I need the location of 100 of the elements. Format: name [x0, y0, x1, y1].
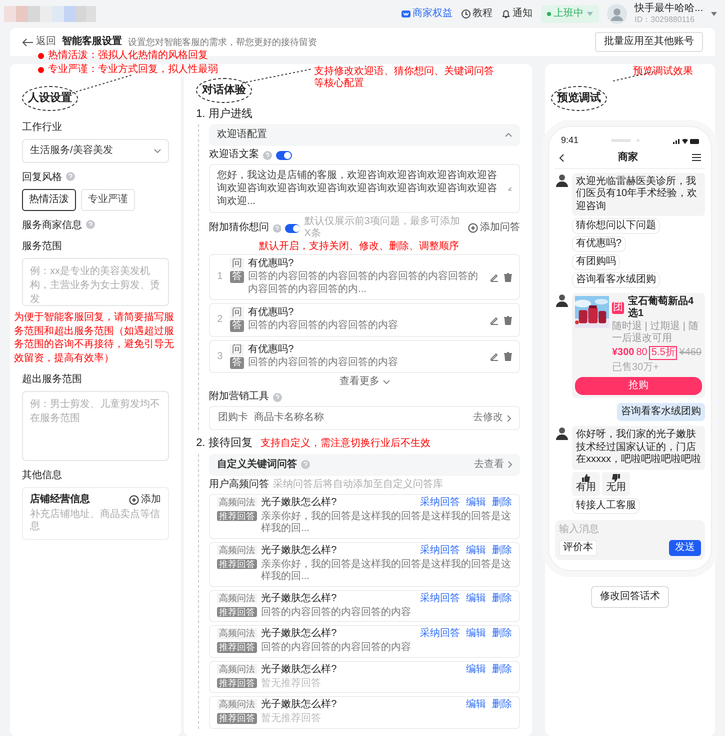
style-option[interactable]: 专业严谨	[81, 189, 135, 212]
edit-icon[interactable]	[490, 352, 499, 362]
industry-select[interactable]: 生活服务/美容美发	[22, 139, 170, 164]
section-heading: 2. 接待回复	[196, 437, 252, 451]
answer-text: 亲亲你好，我的回答是这样我的回答是这样我的回答是这样我的回...	[261, 510, 512, 536]
action-link[interactable]: 编辑	[466, 544, 486, 557]
action-link[interactable]: 删除	[492, 544, 512, 557]
rate-button[interactable]: 评价本	[559, 540, 597, 556]
bullet-icon	[38, 67, 44, 73]
back-icon[interactable]	[559, 154, 564, 162]
suggestion-chip[interactable]: 有团购吗	[572, 254, 620, 270]
action-link[interactable]: 删除	[492, 699, 512, 712]
bot-message: 你好呀，我们家的光子嫩肤技术经过国家认证的，门店在xxxxx，吧啦吧啦吧啦吧啦	[572, 426, 705, 470]
answer-text: 暂无推荐回答	[261, 678, 322, 690]
answer-text: 回答的内容回答的内容回答的内容回答的内容回答的内容回答的内容回答的内...	[248, 271, 480, 296]
welcome-config-header[interactable]: 欢迎语配置	[209, 124, 520, 146]
section-title: 对话体验	[196, 78, 252, 104]
question-tag: 高频问法	[217, 496, 258, 508]
field-label: 附加营销工具	[209, 391, 270, 404]
user-id: ID：3029880116	[634, 15, 696, 25]
question-text: 光子嫩肤怎么样?	[261, 699, 337, 712]
suggestion-chip[interactable]: 猜你想问以下问题	[572, 218, 660, 234]
trash-icon[interactable]	[504, 352, 512, 362]
feedback-button[interactable]: 有用	[572, 472, 600, 496]
field-label: 服务范围	[22, 241, 63, 254]
edit-icon[interactable]	[508, 184, 512, 194]
question-text: 有优惠吗?	[248, 344, 294, 356]
user-name: 快手最牛哈哈...	[634, 3, 703, 16]
status-time: 9:41	[561, 135, 579, 146]
row-number: 3	[217, 350, 224, 363]
edit-reply-button[interactable]: 修改回答话术	[591, 586, 669, 608]
action-link[interactable]: 采纳回答	[420, 496, 460, 509]
suggestion-chip[interactable]: 有优惠吗?	[572, 236, 626, 252]
buy-button[interactable]: 抢购	[575, 377, 702, 396]
action-link[interactable]: 编辑	[466, 699, 486, 712]
question-tag: 高频问法	[217, 544, 258, 556]
trash-icon[interactable]	[504, 272, 512, 282]
suggestion-chip[interactable]: 咨询看客水绒团购	[572, 272, 660, 288]
answer-tag: 推荐回答	[217, 642, 258, 653]
batch-apply-button[interactable]: 批量应用至其他账号	[595, 32, 703, 52]
field-label: 欢迎语文案	[209, 149, 260, 162]
answer-tag: 推荐回答	[217, 510, 258, 522]
annotation-note: 专业严谨：专业方式回复，拟人性最弱	[48, 64, 218, 76]
action-link[interactable]: 编辑	[466, 664, 486, 676]
caret-icon[interactable]	[711, 12, 717, 16]
edit-icon[interactable]	[490, 316, 499, 325]
back-arrow-icon	[22, 38, 33, 46]
add-qa-button[interactable]: 添加问答	[468, 222, 520, 234]
action-link[interactable]: 编辑	[466, 496, 486, 509]
send-button[interactable]: 发送	[669, 540, 701, 556]
style-option[interactable]: 热情活泼	[22, 189, 76, 212]
message-input[interactable]: 输入消息 评价本 发送	[555, 520, 705, 560]
welcome-text: 您好，我这边是店铺的客服，欢迎咨询欢迎咨询欢迎咨询欢迎咨询欢迎咨询欢迎咨询欢迎咨询欢迎咨询欢迎咨询欢迎咨询欢迎咨询欢迎...	[217, 169, 498, 208]
action-link[interactable]: 删除	[492, 592, 512, 605]
tutorial-link[interactable]: 教程	[460, 8, 493, 20]
avatar-icon	[555, 426, 569, 440]
edit-icon[interactable]	[490, 272, 499, 282]
add-button[interactable]: 添加	[129, 494, 162, 506]
action-link[interactable]: 编辑	[466, 628, 486, 640]
section-title: 预览调试	[551, 86, 607, 112]
answer-tag: 答	[230, 356, 244, 369]
menu-icon[interactable]	[692, 154, 701, 162]
bullet-icon	[38, 53, 44, 59]
toggle-switch[interactable]	[285, 224, 300, 233]
leader-line	[242, 68, 312, 84]
action-link[interactable]: 采纳回答	[420, 628, 460, 640]
page-description: 设置您对智能客服的需求，帮您更好的接待留资	[128, 36, 318, 48]
custom-qa-title: 自定义关键词问答	[217, 458, 298, 471]
service-scope-field[interactable]: 例：xx是专业的美容美发机构，主营业务为女士剪发、烫发	[22, 258, 170, 306]
benefits-link[interactable]: 商家权益	[400, 8, 453, 20]
action-link[interactable]: 删除	[492, 496, 512, 509]
view-link[interactable]: 去查看	[474, 458, 512, 471]
avatar-icon	[555, 172, 569, 187]
notification-link[interactable]: 通知	[500, 8, 533, 20]
suggestion-chip[interactable]: 转接人工客服	[572, 498, 640, 514]
action-link[interactable]: 删除	[492, 628, 512, 640]
action-link[interactable]: 编辑	[466, 592, 486, 605]
chat-title: 商家	[618, 152, 638, 164]
modify-link[interactable]: 去修改	[473, 412, 511, 424]
action-link[interactable]: 采纳回答	[420, 592, 460, 605]
toggle-switch[interactable]	[276, 150, 292, 160]
question-text: 光子嫩肤怎么样?	[261, 664, 337, 676]
answer-text: 回答的内容回答的内容回答的内容	[248, 320, 400, 333]
field-label: 超出服务范围	[22, 374, 83, 386]
feedback-button[interactable]: 无用	[602, 472, 630, 496]
avatar-icon	[606, 4, 627, 24]
input-placeholder: 输入消息	[559, 524, 600, 536]
show-more-link[interactable]: 查看更多	[340, 376, 390, 388]
avatar-icon	[555, 293, 569, 308]
trash-icon[interactable]	[504, 316, 512, 325]
answer-text: 回答的内容回答的内容回答的内容	[261, 606, 412, 620]
card-type: 团购卡	[218, 412, 248, 424]
thumbs-down-icon	[612, 474, 620, 482]
back-button[interactable]: 返回	[22, 36, 56, 48]
action-link[interactable]: 采纳回答	[420, 544, 460, 557]
annotation-note: 默认开启，支持关闭、修改、删除、调整顺序	[259, 241, 460, 254]
out-of-scope-field[interactable]: 例：男士剪发、儿童剪发均不在服务范围	[22, 391, 170, 462]
price-suffix: 80	[636, 347, 648, 360]
action-link[interactable]: 删除	[492, 664, 512, 676]
question-tag: 问	[230, 258, 244, 270]
